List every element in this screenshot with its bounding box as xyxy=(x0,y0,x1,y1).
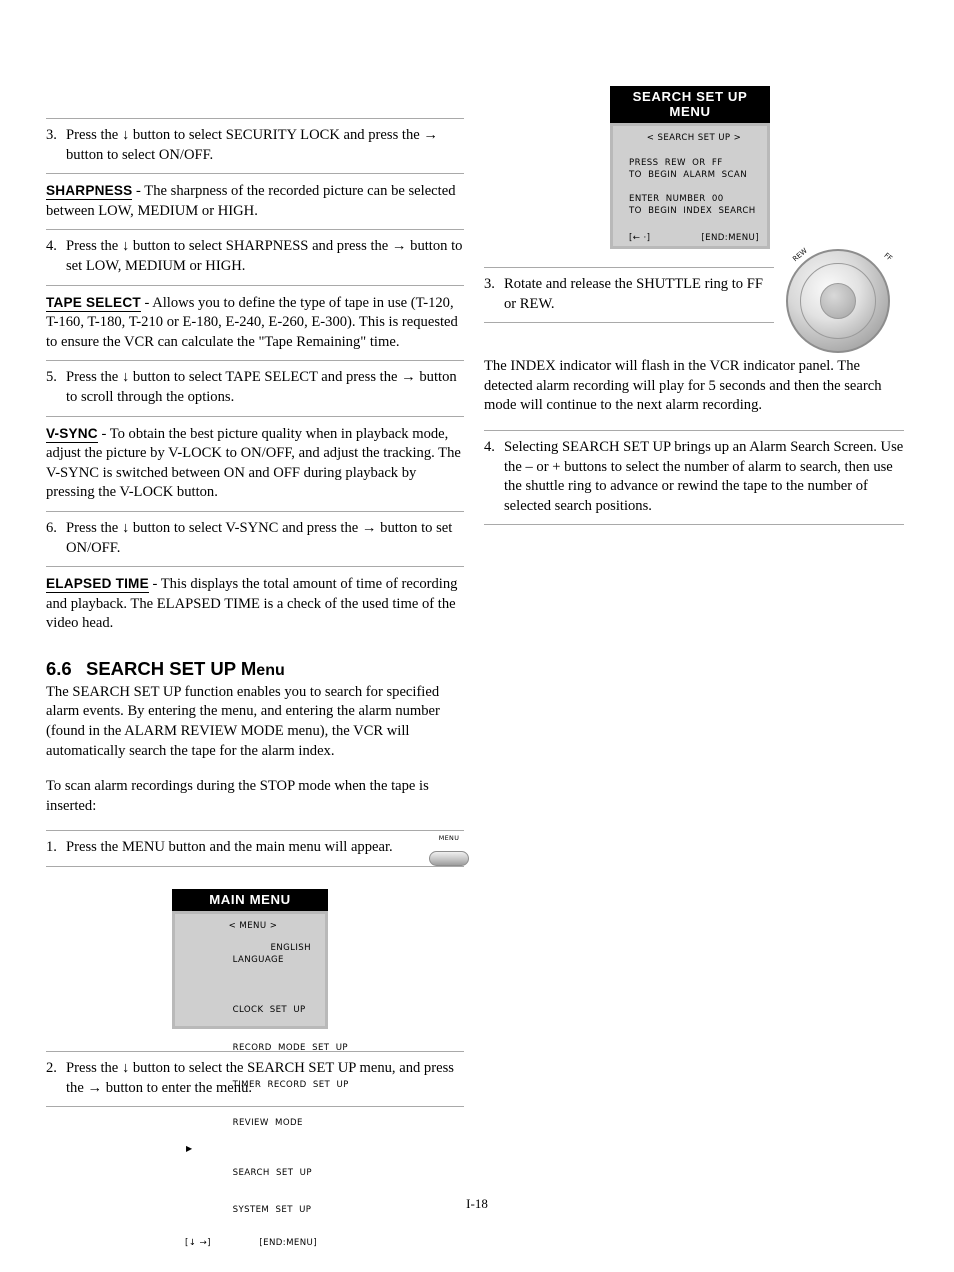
term-sharpness: SHARPNESS - The sharpness of the recorde… xyxy=(46,174,464,229)
term-label: ELAPSED TIME xyxy=(46,576,149,594)
step-text: Press the ↓ button to select the SEARCH … xyxy=(66,1060,454,1096)
step-3-container: 3. Rotate and release the SHUTTLE ring t… xyxy=(484,267,774,324)
step-5-tape-select: 5. Press the ↓ button to select TAPE SEL… xyxy=(46,361,464,415)
left-column: 3. Press the ↓ button to select SECURITY… xyxy=(46,118,469,1248)
step-text: Rotate and release the SHUTTLE ring to F… xyxy=(504,276,763,312)
term-label: SHARPNESS xyxy=(46,183,133,201)
main-menu-footer: [↓ →] [END:MENU] xyxy=(185,1237,317,1250)
term-label: V-SYNC xyxy=(46,425,98,443)
step-text: Selecting SEARCH SET UP brings up an Ala… xyxy=(504,438,904,514)
step-4-sharpness: 4. Press the ↓ button to select SHARPNES… xyxy=(46,230,464,284)
index-indicator-paragraph: The INDEX indicator will flash in the VC… xyxy=(484,358,882,414)
step-6-v-sync: 6. Press the ↓ button to select V-SYNC a… xyxy=(46,512,464,566)
menu-item-value: ENGLISH xyxy=(270,942,311,953)
section-number: 6.6 xyxy=(46,657,72,679)
divider xyxy=(484,322,774,324)
main-menu-header: < MENU > xyxy=(228,921,278,932)
term-text: - To obtain the best picture quality whe… xyxy=(46,425,461,501)
search-menu-title: SEARCH SET UP MENU xyxy=(610,86,770,123)
step-3-security-lock: 3. Press the ↓ button to select SECURITY… xyxy=(46,119,464,173)
menu-item-label: LANGUAGE xyxy=(232,955,284,966)
section-paragraph-2: To scan alarm recordings during the STOP… xyxy=(46,778,429,814)
step-number: 4. xyxy=(484,438,495,455)
step-text: Press the ↓ button to select TAPE SELECT… xyxy=(66,369,457,405)
step-number: 5. xyxy=(46,369,57,386)
section-title: SEARCH SET UP M xyxy=(86,657,257,679)
menu-button-caption: MENU xyxy=(438,834,460,843)
menu-button-graphic[interactable]: MENU xyxy=(426,829,472,867)
term-tape-select: TAPE SELECT - Allows you to define the t… xyxy=(46,286,464,361)
step-text: Press the ↓ button to select V-SYNC and … xyxy=(66,519,453,556)
section-paragraph-1: The SEARCH SET UP function enables you t… xyxy=(46,683,440,759)
section-heading: 6.6 SEARCH SET UP Menu xyxy=(46,658,464,680)
step-4-alarm-search-screen: 4. Selecting SEARCH SET UP brings up an … xyxy=(484,431,904,524)
step-1-press-menu: 1. Press the MENU button and the main me… xyxy=(46,831,469,867)
menu-button-pill[interactable] xyxy=(429,851,469,867)
main-menu-title: MAIN MENU xyxy=(172,889,328,912)
menu-item-search-set-up[interactable]: ▶ SEARCH SET UP xyxy=(186,1142,317,1192)
step-3-shuttle: 3. Rotate and release the SHUTTLE ring t… xyxy=(484,268,774,322)
main-menu-screen: < MENU > LANGUAGE ENGLISH CLOCK SET UP R… xyxy=(183,920,348,1248)
main-menu-box: < MENU > LANGUAGE ENGLISH CLOCK SET UP R… xyxy=(172,911,348,1248)
term-elapsed-time: ELAPSED TIME - This displays the total a… xyxy=(46,567,464,642)
step-number: 2. xyxy=(46,1060,57,1077)
menu-item-label: SEARCH SET UP xyxy=(232,1167,312,1178)
divider xyxy=(484,524,904,526)
term-label: TAPE SELECT xyxy=(46,294,141,312)
menu-item-label: RECORD MODE SET UP xyxy=(232,1042,348,1053)
shuttle-ring-graphic[interactable]: REW FF xyxy=(786,247,894,357)
section-title-suffix: enu xyxy=(256,661,285,679)
search-menu-figure: SEARCH SET UP MENU < SEARCH SET UP > PRE… xyxy=(610,86,770,249)
search-menu-line-1: PRESS REW OR FF xyxy=(629,157,723,168)
menu-item-label: REVIEW MODE xyxy=(232,1117,303,1128)
search-menu-box: < SEARCH SET UP > PRESS REW OR FF TO BEG… xyxy=(610,123,770,249)
search-menu-footer: [← ·] [END:MENU] xyxy=(629,232,759,245)
search-menu-header: < SEARCH SET UP > xyxy=(646,133,742,143)
menu-item-review-mode[interactable]: REVIEW MODE xyxy=(195,1104,317,1142)
document-page: 3. Press the ↓ button to select SECURITY… xyxy=(0,0,954,1272)
search-menu-foot-right: [END:MENU] xyxy=(701,232,759,243)
search-menu-line-4: TO BEGIN INDEX SEARCH xyxy=(629,206,756,216)
menu-item-label: CLOCK SET UP xyxy=(232,1005,306,1016)
selection-caret-icon: ▶ xyxy=(186,1143,193,1153)
menu-item-language[interactable]: LANGUAGE ENGLISH xyxy=(195,942,317,992)
search-menu-screen: < SEARCH SET UP > PRESS REW OR FF TO BEG… xyxy=(621,132,759,243)
main-menu-foot-right: [END:MENU] xyxy=(259,1238,317,1249)
shuttle-ff-label: FF xyxy=(882,251,894,263)
main-menu-foot-left: [↓ →] xyxy=(185,1238,211,1249)
shuttle-inner-hub[interactable] xyxy=(820,283,856,319)
page-footer: I-18 xyxy=(466,1196,488,1211)
menu-item-clock-set-up[interactable]: CLOCK SET UP xyxy=(195,992,317,1030)
right-column: SEARCH SET UP MENU < SEARCH SET UP > PRE… xyxy=(484,86,904,526)
step-2-select-search-set-up: 2. Press the ↓ button to select the SEAR… xyxy=(46,1052,464,1106)
step-text: Press the ↓ button to select SHARPNESS a… xyxy=(66,238,463,274)
step-number: 1. xyxy=(46,839,57,856)
step-number: 4. xyxy=(46,238,57,255)
step-number: 3. xyxy=(46,127,57,143)
step-number: 6. xyxy=(46,519,57,536)
search-menu-line-3: ENTER NUMBER 00 xyxy=(629,193,724,204)
search-menu-line-2: TO BEGIN ALARM SCAN xyxy=(629,170,748,180)
step-number: 3. xyxy=(484,276,495,292)
step-text: Press the MENU button and the main menu … xyxy=(66,839,393,856)
step-text: Press the ↓ button to select SECURITY LO… xyxy=(66,127,438,163)
search-menu-foot-left: [← ·] xyxy=(629,232,651,243)
divider xyxy=(46,866,464,868)
term-v-sync: V-SYNC - To obtain the best picture qual… xyxy=(46,417,464,511)
main-menu-figure: MAIN MENU < MENU > LANGUAGE ENGLISH CLOC… xyxy=(172,889,348,1248)
